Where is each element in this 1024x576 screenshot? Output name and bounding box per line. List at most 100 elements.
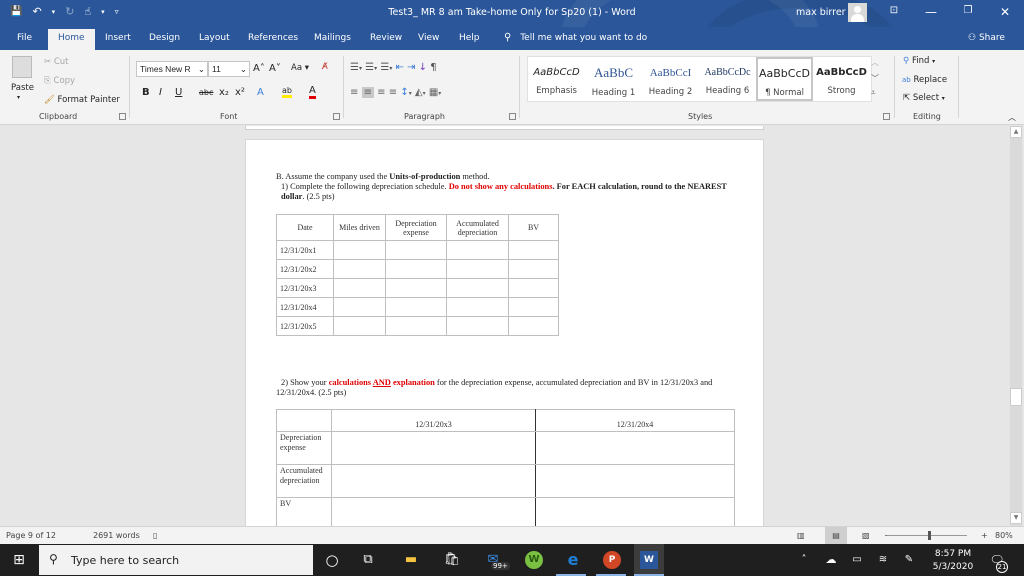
- tab-mailings[interactable]: Mailings: [314, 33, 351, 43]
- font-color-button[interactable]: A: [309, 85, 316, 99]
- styles-launcher-icon[interactable]: [883, 113, 890, 120]
- format-painter-button[interactable]: 🖌 Format Painter: [44, 95, 120, 105]
- subscript-button[interactable]: x₂: [219, 87, 229, 98]
- cut-button[interactable]: ✂ Cut: [44, 57, 68, 67]
- sort-icon[interactable]: ↓: [419, 62, 427, 73]
- system-clock[interactable]: 8:57 PM 5/3/2020: [928, 548, 978, 574]
- onedrive-icon[interactable]: ☁: [822, 551, 840, 569]
- numbering-icon[interactable]: ☰: [365, 62, 374, 73]
- zoom-slider-thumb[interactable]: [928, 531, 931, 540]
- replace-button[interactable]: ab Replace: [902, 75, 947, 85]
- expense-cell[interactable]: [385, 240, 447, 260]
- powerpoint-icon[interactable]: P: [603, 551, 621, 569]
- answer-cell[interactable]: [535, 464, 735, 498]
- scroll-thumb[interactable]: [1010, 388, 1022, 406]
- answer-cell[interactable]: [535, 431, 735, 465]
- expense-cell[interactable]: [385, 297, 447, 317]
- increase-indent-icon[interactable]: ⇥: [407, 62, 415, 73]
- user-name[interactable]: max birrer: [796, 7, 846, 18]
- share-button[interactable]: ⚇ Share: [968, 33, 1005, 43]
- page-count[interactable]: Page 9 of 12: [6, 531, 56, 540]
- style-heading-1[interactable]: AaBbC Heading 1: [585, 57, 642, 101]
- tell-me-search[interactable]: ⚲ Tell me what you want to do: [504, 32, 647, 43]
- read-mode-icon[interactable]: ▥: [797, 531, 805, 540]
- shrink-font-button[interactable]: A˅: [269, 63, 281, 74]
- accumulated-cell[interactable]: [446, 316, 509, 336]
- bv-cell[interactable]: [508, 240, 559, 260]
- bv-cell[interactable]: [508, 259, 559, 279]
- text-effects-button[interactable]: A: [257, 87, 264, 98]
- decrease-indent-icon[interactable]: ⇤: [396, 62, 404, 73]
- miles-cell[interactable]: [333, 240, 386, 260]
- accumulated-cell[interactable]: [446, 240, 509, 260]
- accumulated-cell[interactable]: [446, 278, 509, 298]
- multilevel-list-icon[interactable]: ☰: [380, 62, 389, 73]
- tab-review[interactable]: Review: [370, 33, 402, 43]
- proofing-icon[interactable]: ▯: [153, 531, 157, 540]
- shading-icon[interactable]: ◭: [415, 87, 423, 98]
- line-spacing-icon[interactable]: ↕: [400, 87, 408, 98]
- italic-button[interactable]: I: [159, 87, 162, 98]
- close-button[interactable]: ✕: [995, 5, 1015, 19]
- miles-cell[interactable]: [333, 259, 386, 279]
- miles-cell[interactable]: [333, 316, 386, 336]
- bv-cell[interactable]: [508, 297, 559, 317]
- show-hidden-icons-icon[interactable]: ˄: [795, 551, 813, 569]
- tab-home[interactable]: Home: [48, 29, 95, 50]
- tab-references[interactable]: References: [248, 33, 298, 43]
- highlight-button[interactable]: ab: [282, 86, 292, 98]
- clear-formatting-icon[interactable]: A̸: [322, 62, 328, 72]
- font-size-select[interactable]: 11 ⌄: [208, 61, 250, 77]
- paste-dropdown-icon[interactable]: ▾: [17, 94, 20, 101]
- miles-cell[interactable]: [333, 278, 386, 298]
- clipboard-launcher-icon[interactable]: [119, 113, 126, 120]
- miles-cell[interactable]: [333, 297, 386, 317]
- paragraph-launcher-icon[interactable]: [509, 113, 516, 120]
- avatar[interactable]: [848, 3, 867, 22]
- align-right-icon[interactable]: ≡: [377, 87, 385, 98]
- style-heading-6[interactable]: AaBbCcDc Heading 6: [699, 57, 756, 101]
- superscript-button[interactable]: x²: [235, 87, 245, 98]
- zoom-in-icon[interactable]: +: [981, 531, 988, 540]
- bv-cell[interactable]: [508, 278, 559, 298]
- style-strong[interactable]: AaBbCcD Strong: [813, 57, 870, 101]
- expense-cell[interactable]: [385, 316, 447, 336]
- accumulated-cell[interactable]: [446, 259, 509, 279]
- bv-cell[interactable]: [508, 316, 559, 336]
- taskbar-search-input[interactable]: ⚲ Type here to search: [39, 545, 313, 575]
- print-layout-icon[interactable]: ▤: [825, 527, 847, 544]
- scroll-track[interactable]: [1010, 126, 1022, 526]
- find-button[interactable]: ⚲ Find ▾: [903, 56, 935, 66]
- answer-cell[interactable]: [535, 497, 735, 526]
- styles-more-icon[interactable]: ⩡: [871, 88, 876, 98]
- word-count[interactable]: 2691 words: [93, 531, 140, 540]
- app-w-icon[interactable]: W: [525, 551, 543, 569]
- tab-layout[interactable]: Layout: [199, 33, 230, 43]
- select-button[interactable]: ⇱ Select ▾: [903, 93, 945, 103]
- answer-cell[interactable]: [331, 497, 536, 526]
- ribbon-display-options-icon[interactable]: ⊡: [884, 5, 904, 16]
- style-emphasis[interactable]: AaBbCcD Emphasis: [528, 57, 585, 101]
- pen-icon[interactable]: ✎: [900, 551, 918, 569]
- answer-cell[interactable]: [331, 431, 536, 465]
- show-formatting-icon[interactable]: ¶: [430, 62, 436, 73]
- strikethrough-button[interactable]: abc: [199, 88, 213, 97]
- scroll-up-icon[interactable]: ▲: [1010, 126, 1022, 138]
- vertical-scrollbar[interactable]: ▲ ▼: [1008, 126, 1024, 526]
- change-case-button[interactable]: Aa ▾: [291, 63, 309, 73]
- wifi-icon[interactable]: ≋: [874, 551, 892, 569]
- styles-scroll-up-icon[interactable]: ︿: [871, 57, 879, 68]
- zoom-slider[interactable]: [887, 535, 967, 536]
- bullets-icon[interactable]: ☰: [350, 62, 359, 73]
- word-icon[interactable]: W: [640, 551, 658, 569]
- minimize-button[interactable]: —: [921, 5, 941, 19]
- edge-browser-icon[interactable]: e: [564, 551, 582, 569]
- expense-cell[interactable]: [385, 259, 447, 279]
- style-normal[interactable]: AaBbCcD ¶ Normal: [756, 57, 813, 101]
- document-page[interactable]: B. Assume the company used the Units-of-…: [245, 139, 764, 526]
- scroll-down-icon[interactable]: ▼: [1010, 512, 1022, 524]
- collapse-ribbon-icon[interactable]: ︿: [1008, 112, 1016, 123]
- grow-font-button[interactable]: A˄: [253, 63, 265, 74]
- align-center-icon[interactable]: ≡: [361, 87, 374, 98]
- windows-start-icon[interactable]: ⊞: [10, 551, 28, 569]
